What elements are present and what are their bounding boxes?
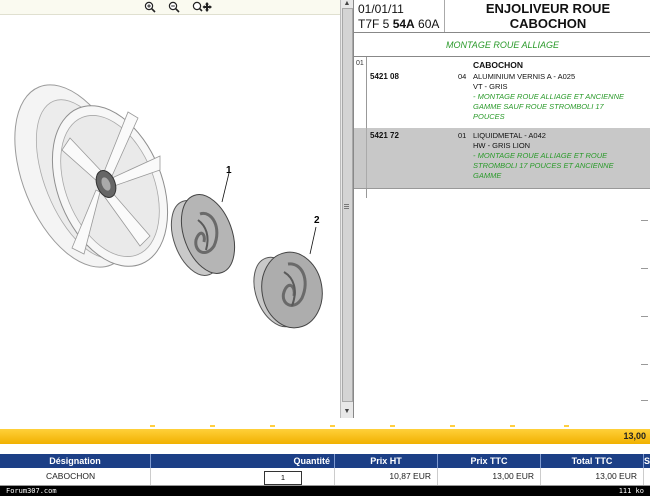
part-1-note-line3: POUCES	[473, 112, 505, 121]
cart-designation: CABOCHON	[46, 471, 96, 481]
diagram-toolbar	[0, 0, 340, 15]
zoom-move-icon[interactable]	[192, 1, 212, 13]
row-column-divider	[366, 188, 367, 198]
row-column-divider	[366, 57, 367, 128]
reference-prefix: T7F 5	[358, 17, 393, 31]
exploded-parts-diagram: 1 2	[14, 84, 323, 329]
column-header-designation: Désignation	[49, 456, 101, 466]
footer-site: Forum307.com	[6, 487, 57, 495]
reference-suffix: 60A	[414, 17, 440, 31]
diagram-panel[interactable]: 1 2	[0, 0, 340, 418]
part-quantity-1: 04	[458, 72, 467, 81]
header-separator	[354, 32, 650, 33]
column-header-prix-ht: Prix HT	[370, 456, 402, 466]
leader-line-2	[309, 226, 317, 255]
quantity-input[interactable]	[264, 471, 302, 485]
group-index: 01	[356, 60, 364, 67]
part-1-material: ALUMINIUM VERNIS A - A025	[473, 72, 576, 81]
part-reference-2[interactable]: 5421 72	[370, 131, 399, 140]
page-title: ENJOLIVEUR ROUE CABOCHON	[448, 1, 648, 31]
part-quantity-2: 01	[458, 131, 467, 140]
footer-size: 111 ko	[618, 487, 644, 495]
cart-prix-ttc: 13,00 EUR	[492, 471, 534, 481]
part-reference-1[interactable]: 5421 08	[370, 72, 399, 81]
part-1-color: VT - GRIS	[473, 82, 508, 91]
part-row-2[interactable]: 5421 72 01 LIQUIDMETAL - A042 HW - GRIS …	[354, 128, 650, 188]
part-description-1: ALUMINIUM VERNIS A - A025 VT - GRIS - MO…	[473, 72, 648, 122]
part-label-2[interactable]: 2	[314, 215, 320, 226]
part-2-color: HW - GRIS LION	[473, 141, 531, 150]
section-subtitle: MONTAGE ROUE ALLIAGE	[445, 40, 560, 50]
part-2-note-line2: STROMBOLI 17 POUCES ET ANCIENNE	[473, 161, 614, 170]
cart-table-header: Désignation Quantité Prix HT Prix TTC To…	[0, 454, 650, 468]
page-title-line1: ENJOLIVEUR ROUE	[485, 1, 611, 16]
table-bottom-border	[354, 188, 650, 189]
part-2-note-line3: GAMME	[473, 171, 502, 180]
center-cap-1-illustration	[170, 194, 236, 276]
page-title-line2: CABOCHON	[509, 16, 587, 31]
part-description-2: LIQUIDMETAL - A042 HW - GRIS LION - MONT…	[473, 131, 648, 181]
part-1-note-line2: GAMME SAUF ROUE STROMBOLI 17	[473, 102, 604, 111]
column-header-total-ttc: Total TTC	[571, 456, 613, 466]
center-cap-2-illustration	[253, 251, 323, 329]
total-bar	[0, 429, 650, 444]
part-2-note-line1: - MONTAGE ROUE ALLIAGE ET ROUE	[473, 151, 608, 160]
row-column-divider	[366, 128, 367, 188]
part-row-1[interactable]: 01 CABOCHON 5421 08 04 ALUMINIUM VERNIS …	[354, 57, 650, 128]
catalog-reference: T7F 5 54A 60A	[358, 17, 439, 31]
part-1-note-line1: - MONTAGE ROUE ALLIAGE ET ANCIENNE	[473, 92, 624, 101]
column-header-prix-ttc: Prix TTC	[470, 456, 508, 466]
leader-line-1	[221, 172, 230, 203]
alloy-wheel-illustration	[14, 84, 169, 268]
part-label-1[interactable]: 1	[226, 165, 232, 176]
column-header-quantite: Quantité	[293, 456, 330, 466]
scroll-up-arrow-icon[interactable]: ▲	[341, 0, 353, 8]
grand-total: 13,00	[623, 431, 646, 441]
column-header-extra: S	[644, 456, 650, 466]
cart-prix-ht: 10,87 EUR	[389, 471, 431, 481]
cart-row[interactable]: CABOCHON 10,87 EUR 13,00 EUR 13,00 EUR	[0, 468, 650, 486]
group-caption: CABOCHON	[473, 60, 524, 70]
scrollbar-grip-icon	[344, 204, 349, 205]
scrollbar-thumb[interactable]	[342, 8, 353, 402]
reference-bold: 54A	[392, 17, 415, 31]
catalog-date: 01/01/11	[358, 2, 404, 16]
diagram-vertical-scrollbar[interactable]: ▲ ▼	[340, 0, 353, 418]
zoom-in-icon[interactable]	[144, 1, 156, 13]
scroll-down-arrow-icon[interactable]: ▼	[341, 408, 353, 416]
cart-total-ttc: 13,00 EUR	[595, 471, 637, 481]
part-2-material: LIQUIDMETAL - A042	[473, 131, 546, 140]
image-footer: Forum307.com 111 ko	[0, 486, 650, 496]
parts-list-panel: 01/01/11 T7F 5 54A 60A ENJOLIVEUR ROUE C…	[353, 0, 650, 418]
header-divider	[444, 0, 445, 32]
zoom-out-icon[interactable]	[168, 1, 180, 13]
